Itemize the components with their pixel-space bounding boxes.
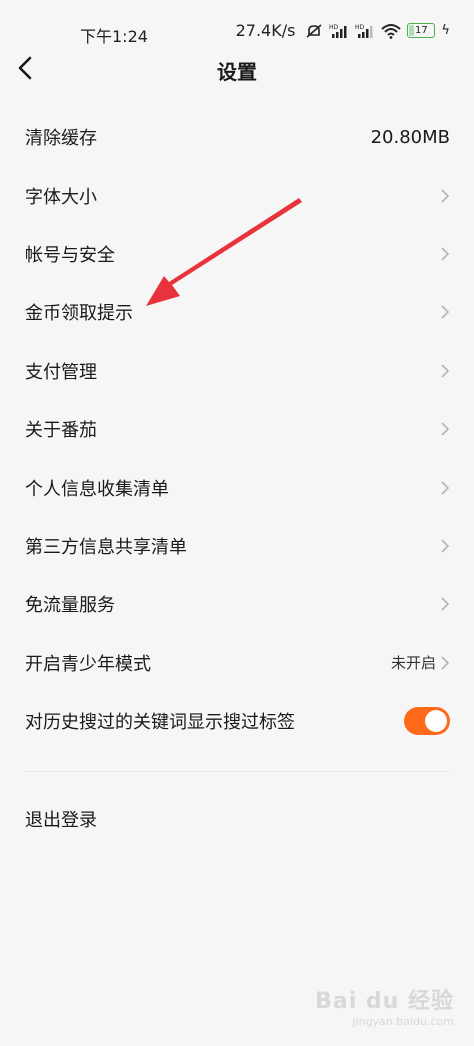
chevron-right-icon [441, 364, 450, 378]
toggle-knob [425, 710, 447, 733]
free-data-service-item[interactable]: 免流量服务 [0, 575, 474, 633]
item-label: 开启青少年模式 [25, 653, 151, 675]
battery-icon: 17 [407, 23, 436, 38]
mute-icon [306, 23, 322, 38]
chevron-right-icon [441, 656, 450, 670]
nav-bar: 设置 [0, 56, 474, 84]
chevron-right-icon [441, 480, 450, 495]
item-label: 对历史搜过的关键词显示搜过标签 [25, 712, 295, 734]
chevron-right-icon [441, 247, 450, 261]
cache-size-value: 20.80MB [370, 126, 450, 148]
chevron-right-icon [441, 597, 450, 611]
wifi-icon [381, 23, 402, 39]
item-label: 金币领取提示 [25, 303, 133, 325]
clear-cache-item[interactable]: 清除缓存 20.80MB [0, 108, 474, 166]
item-label: 免流量服务 [25, 595, 115, 617]
charging-icon: ϟ [441, 23, 450, 38]
watermark-sub: jingyan.baidu.com [352, 1015, 454, 1028]
signal-1-icon: HD [329, 24, 347, 38]
teen-mode-item[interactable]: 开启青少年模式 未开启 [0, 634, 474, 692]
item-label: 帐号与安全 [25, 244, 115, 266]
status-bar: 下午1:24 27.4K/s HD HD 17 ϟ [0, 0, 474, 62]
account-security-item[interactable]: 帐号与安全 [0, 225, 474, 283]
item-label: 支付管理 [25, 361, 97, 383]
signal-2-icon: HD [355, 24, 373, 38]
payment-management-item[interactable]: 支付管理 [0, 342, 474, 400]
chevron-right-icon [441, 539, 450, 553]
chevron-right-icon [441, 305, 450, 319]
watermark-main: Bai du 经验 [315, 989, 454, 1014]
watermark-logo: Bai du 经验 jingyan.baidu.com [315, 983, 454, 1028]
settings-list: 清除缓存 20.80MB 字体大小 帐号与安全 金币领取提示 支付管理 关于番茄… [0, 108, 474, 750]
svg-text:HD: HD [355, 24, 365, 31]
item-label: 第三方信息共享清单 [25, 536, 187, 558]
divider [25, 771, 449, 772]
item-label: 个人信息收集清单 [25, 478, 169, 500]
chevron-right-icon [441, 422, 450, 436]
status-time: 下午1:24 [80, 27, 148, 46]
network-speed: 27.4K/s [235, 21, 296, 40]
third-party-sharing-item[interactable]: 第三方信息共享清单 [0, 517, 474, 575]
about-item[interactable]: 关于番茄 [0, 400, 474, 458]
personal-info-list-item[interactable]: 个人信息收集清单 [0, 458, 474, 516]
chevron-right-icon [441, 189, 450, 203]
coin-reminder-item[interactable]: 金币领取提示 [0, 283, 474, 341]
logout-button[interactable]: 退出登录 [25, 806, 97, 832]
search-history-toggle[interactable] [404, 707, 450, 736]
svg-text:HD: HD [329, 24, 339, 31]
item-label: 关于番茄 [25, 420, 97, 442]
teen-mode-status: 未开启 [390, 654, 436, 673]
page-title: 设置 [217, 60, 257, 84]
item-label: 清除缓存 [25, 128, 97, 150]
item-label: 字体大小 [25, 186, 97, 208]
search-history-tag-item: 对历史搜过的关键词显示搜过标签 [0, 692, 474, 750]
status-indicators: 27.4K/s HD HD 17 ϟ [236, 21, 450, 40]
font-size-item[interactable]: 字体大小 [0, 166, 474, 224]
